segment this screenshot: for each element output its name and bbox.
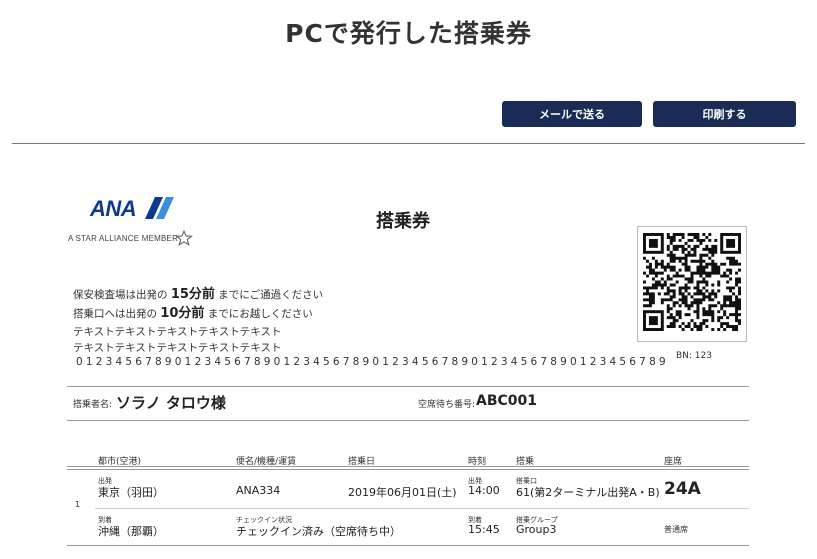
table-header-divider bbox=[67, 466, 749, 467]
arrival-time: 15:45 bbox=[468, 523, 500, 536]
table-bottom-divider bbox=[67, 545, 749, 546]
divider bbox=[67, 386, 749, 387]
top-divider bbox=[12, 143, 805, 144]
bn-number: BN: 123 bbox=[676, 351, 712, 361]
qr-code bbox=[637, 226, 747, 342]
logo-stripes-icon bbox=[145, 197, 174, 219]
table-header-divider bbox=[67, 469, 749, 470]
standby-number: ABC001 bbox=[476, 393, 538, 409]
arrival-city: 沖縄（那覇） bbox=[98, 525, 164, 538]
star-alliance-icon bbox=[175, 230, 193, 246]
page-title: PCで発行した搭乗券 bbox=[285, 19, 532, 48]
departure-city: 東京（羽田） bbox=[98, 486, 164, 499]
standby-label: 空席待ち番号: bbox=[418, 400, 476, 410]
boarding-group: Group3 bbox=[516, 523, 557, 536]
qr-code-icon bbox=[643, 233, 741, 331]
gate-notice-pre: 搭乗口へは出発の bbox=[73, 308, 157, 320]
ticket-title: 搭乗券 bbox=[376, 211, 430, 232]
logo-brand-text: ANA bbox=[90, 196, 137, 221]
print-button[interactable]: 印刷する bbox=[653, 101, 796, 127]
passenger-name: ソラノ タロウ様 bbox=[116, 394, 226, 412]
flight-number: ANA334 bbox=[236, 484, 281, 497]
placeholder-text-2: テキストテキストテキストテキストテキスト bbox=[73, 342, 282, 354]
security-notice-pre: 保安検査場は出発の bbox=[73, 289, 168, 301]
placeholder-text-1: テキストテキストテキストテキストテキスト bbox=[73, 326, 282, 338]
gate-notice-minutes: 10分前 bbox=[160, 306, 205, 321]
boarding-date: 2019年06月01日(土) bbox=[348, 486, 457, 499]
logo-tagline: A STAR ALLIANCE MEMBER bbox=[68, 234, 179, 243]
row-divider bbox=[95, 508, 749, 509]
security-notice: 保安検査場は出発の 15分前 までにご通過ください bbox=[73, 283, 323, 302]
seat-number: 24A bbox=[664, 479, 701, 499]
security-notice-minutes: 15分前 bbox=[170, 287, 215, 302]
security-notice-post: までにご通過ください bbox=[218, 289, 324, 301]
send-email-button[interactable]: メールで送る bbox=[502, 101, 642, 127]
gate-notice: 搭乗口へは出発の 10分前 までにお越しください bbox=[73, 302, 313, 321]
gate-notice-post: までにお越しください bbox=[207, 308, 313, 320]
checkin-status: チェックイン済み（空席待ち中） bbox=[236, 525, 401, 538]
gate: 61(第2ターミナル出発A・B) bbox=[516, 486, 660, 499]
seat-class: 普通席 bbox=[664, 525, 688, 534]
divider bbox=[67, 420, 749, 421]
departure-time: 14:00 bbox=[468, 484, 500, 497]
row-number: 1 bbox=[75, 500, 81, 509]
passenger-label: 搭乗者名: bbox=[73, 400, 113, 410]
digit-sequence: 0123456789012345678901234567890123456789… bbox=[76, 356, 669, 368]
